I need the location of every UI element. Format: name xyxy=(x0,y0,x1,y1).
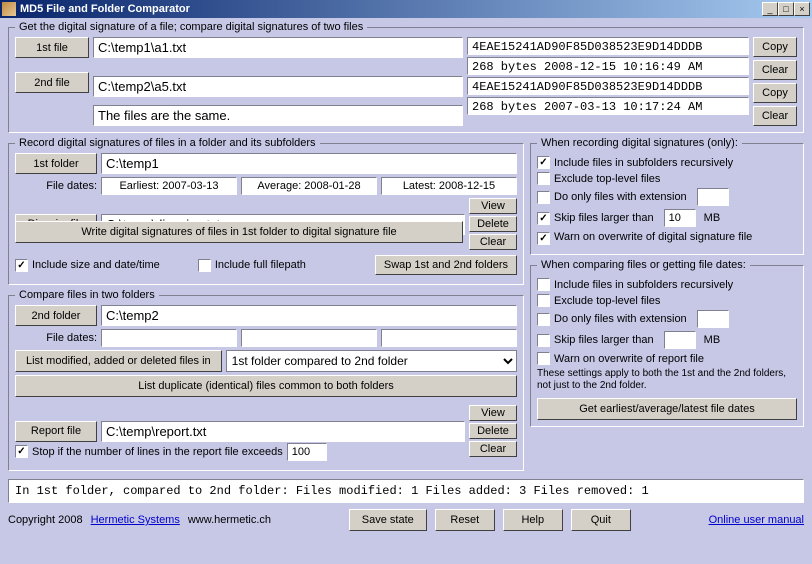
digsig-view-button[interactable]: View xyxy=(469,198,517,214)
swap-folders-button[interactable]: Swap 1st and 2nd folders xyxy=(375,255,517,275)
app-icon xyxy=(2,2,16,16)
rec-skip-input[interactable]: 10 xyxy=(664,209,696,227)
copy1-button[interactable]: Copy xyxy=(753,37,797,57)
save-state-button[interactable]: Save state xyxy=(349,509,427,531)
cmp-ext-input[interactable] xyxy=(697,310,729,328)
report-clear-button[interactable]: Clear xyxy=(469,441,517,457)
help-button[interactable]: Help xyxy=(503,509,563,531)
second-folder-path[interactable]: C:\temp2 xyxy=(101,305,517,326)
date-latest: Latest: 2008-12-15 xyxy=(381,177,517,195)
cmp-recursive-checkbox[interactable]: Include files in subfolders recursively xyxy=(537,278,797,291)
signature-legend: Get the digital signature of a file; com… xyxy=(15,21,367,33)
compare-direction-combo[interactable]: 1st folder compared to 2nd folder xyxy=(226,350,517,372)
report-view-button[interactable]: View xyxy=(469,405,517,421)
rec-only-ext-checkbox[interactable]: Do only files with extension xyxy=(537,188,797,206)
date-average: Average: 2008-01-28 xyxy=(241,177,377,195)
info1: 268 bytes 2008-12-15 10:16:49 AM xyxy=(467,57,749,75)
list-duplicate-button[interactable]: List duplicate (identical) files common … xyxy=(15,375,517,397)
maximize-button[interactable]: □ xyxy=(778,2,794,16)
second-file-path[interactable]: C:\temp2\a5.txt xyxy=(93,76,463,97)
compare-options-fieldset: When comparing files or getting file dat… xyxy=(530,259,804,427)
stop-lines-input[interactable]: 100 xyxy=(287,443,327,461)
cmp-exclude-checkbox[interactable]: Exclude top-level files xyxy=(537,294,797,307)
list-modified-button[interactable]: List modified, added or deleted files in xyxy=(15,350,222,372)
date-earliest: Earliest: 2007-03-13 xyxy=(101,177,237,195)
compare-options-note: These settings apply to both the 1st and… xyxy=(537,368,797,392)
include-size-checkbox[interactable]: ✓ Include size and date/time xyxy=(15,259,160,272)
digsig-delete-button[interactable]: Delete xyxy=(469,216,517,232)
hermetic-link[interactable]: Hermetic Systems xyxy=(91,514,180,526)
cmp-skip-checkbox[interactable]: Skip files larger thanMB xyxy=(537,331,797,349)
record-legend: Record digital signatures of files in a … xyxy=(15,137,320,149)
window-title: MD5 File and Folder Comparator xyxy=(20,3,762,15)
copy2-button[interactable]: Copy xyxy=(753,83,797,103)
compare-options-legend: When comparing files or getting file dat… xyxy=(537,259,750,271)
report-path[interactable]: C:\temp\report.txt xyxy=(101,421,465,442)
quit-button[interactable]: Quit xyxy=(571,509,631,531)
first-folder-path[interactable]: C:\temp1 xyxy=(101,153,517,174)
compare-legend: Compare files in two folders xyxy=(15,289,159,301)
compare-fieldset: Compare files in two folders 2nd folder … xyxy=(8,289,524,471)
first-file-button[interactable]: 1st file xyxy=(15,37,89,58)
minimize-button[interactable]: _ xyxy=(762,2,778,16)
rec-recursive-checkbox[interactable]: ✓Include files in subfolders recursively xyxy=(537,156,797,169)
compare-result: The files are the same. xyxy=(93,105,463,126)
rec-warn-checkbox[interactable]: ✓Warn on overwrite of digital signature … xyxy=(537,230,797,245)
report-file-button[interactable]: Report file xyxy=(15,421,97,442)
include-fullpath-checkbox[interactable]: Include full filepath xyxy=(198,259,306,272)
info2: 268 bytes 2007-03-13 10:17:24 AM xyxy=(467,97,749,115)
manual-link[interactable]: Online user manual xyxy=(709,514,804,526)
clear2-button[interactable]: Clear xyxy=(753,106,797,126)
hash2: 4EAE15241AD90F85D038523E9D14DDDB xyxy=(467,77,749,95)
first-folder-button[interactable]: 1st folder xyxy=(15,153,97,174)
first-file-path[interactable]: C:\temp1\a1.txt xyxy=(93,37,463,58)
record-options-fieldset: When recording digital signatures (only)… xyxy=(530,137,804,255)
record-options-legend: When recording digital signatures (only)… xyxy=(537,137,742,149)
copyright-text: Copyright 2008 xyxy=(8,514,83,526)
rec-exclude-checkbox[interactable]: Exclude top-level files xyxy=(537,172,797,185)
write-sigs-button[interactable]: Write digital signatures of files in 1st… xyxy=(15,221,463,243)
stop-lines-checkbox[interactable]: ✓ Stop if the number of lines in the rep… xyxy=(15,445,283,458)
date2-average xyxy=(241,329,377,347)
url-text: www.hermetic.ch xyxy=(188,514,271,526)
reset-button[interactable]: Reset xyxy=(435,509,495,531)
cmp-only-ext-checkbox[interactable]: Do only files with extension xyxy=(537,310,797,328)
date2-latest xyxy=(381,329,517,347)
status-bar: In 1st folder, compared to 2nd folder: F… xyxy=(8,479,804,503)
cmp-skip-input[interactable] xyxy=(664,331,696,349)
rec-ext-input[interactable] xyxy=(697,188,729,206)
signature-fieldset: Get the digital signature of a file; com… xyxy=(8,21,804,133)
file-dates-label-2: File dates: xyxy=(15,332,97,344)
record-fieldset: Record digital signatures of files in a … xyxy=(8,137,524,285)
titlebar: MD5 File and Folder Comparator _ □ × xyxy=(0,0,812,18)
cmp-warn-checkbox[interactable]: Warn on overwrite of report file xyxy=(537,352,797,365)
file-dates-label: File dates: xyxy=(15,180,97,192)
close-button[interactable]: × xyxy=(794,2,810,16)
report-delete-button[interactable]: Delete xyxy=(469,423,517,439)
rec-skip-checkbox[interactable]: ✓Skip files larger than10MB xyxy=(537,209,797,227)
get-dates-button[interactable]: Get earliest/average/latest file dates xyxy=(537,398,797,420)
digsig-clear-button[interactable]: Clear xyxy=(469,234,517,250)
second-folder-button[interactable]: 2nd folder xyxy=(15,305,97,326)
second-file-button[interactable]: 2nd file xyxy=(15,72,89,93)
clear1-button[interactable]: Clear xyxy=(753,60,797,80)
hash1: 4EAE15241AD90F85D038523E9D14DDDB xyxy=(467,37,749,55)
date2-earliest xyxy=(101,329,237,347)
